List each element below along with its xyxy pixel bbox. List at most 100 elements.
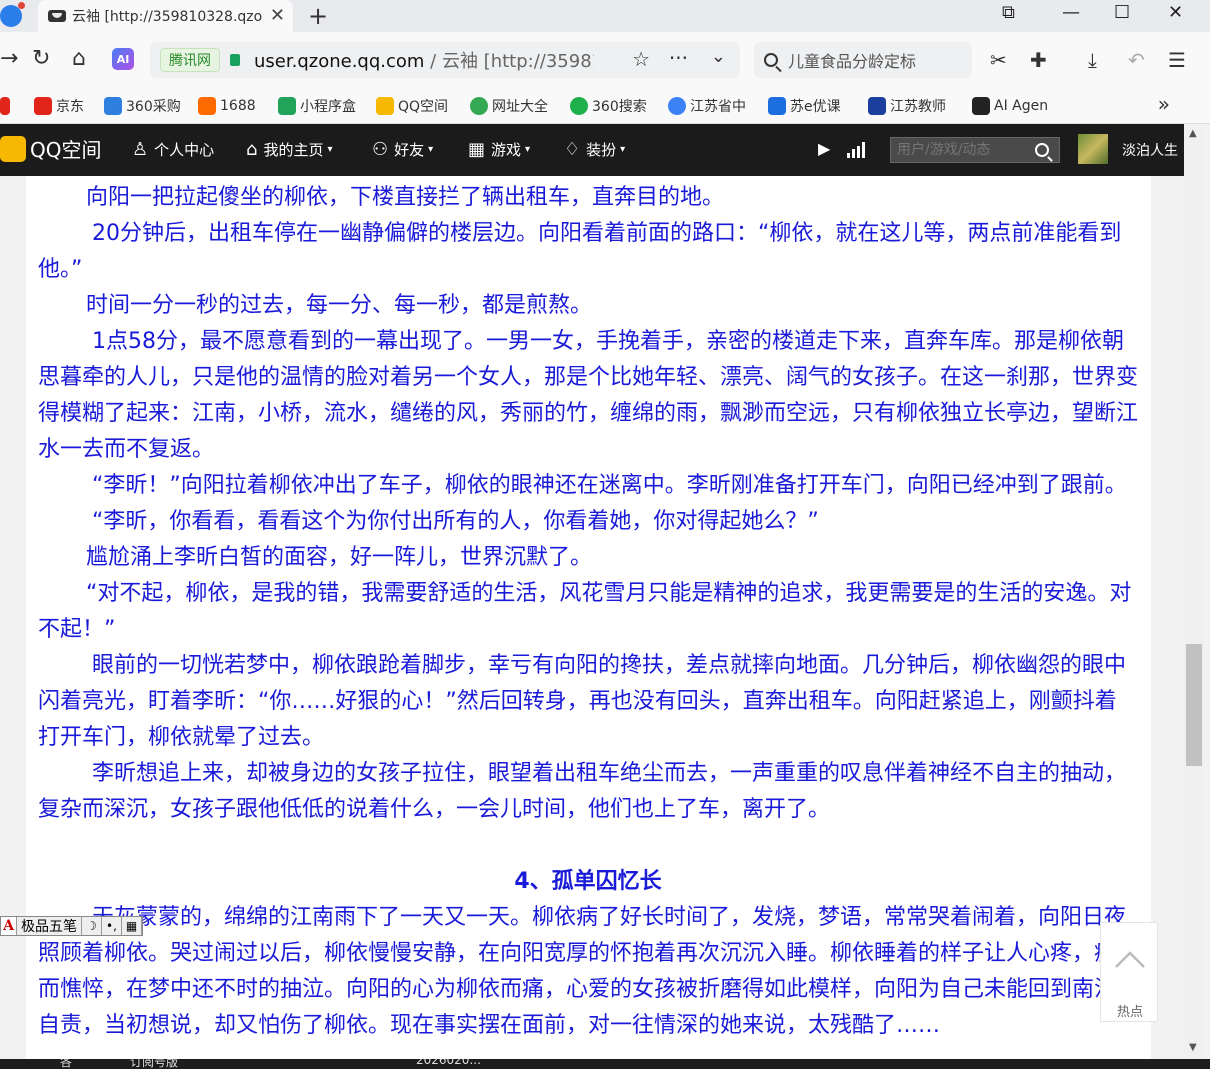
star-icon: [376, 97, 394, 115]
taskbar: 各 订阅号版 2026020...: [0, 1059, 1210, 1069]
bookmark-item[interactable]: 360采购: [104, 94, 181, 118]
article-paragraph: 向阳一把拉起傻坐的柳依，下楼直接拦了辆出租车，直奔目的地。: [86, 185, 725, 210]
bookmark-item[interactable]: QQ空间: [376, 94, 448, 118]
hot-label: 热点: [1116, 1005, 1143, 1020]
search-icon[interactable]: [1035, 143, 1049, 157]
home-icon[interactable]: ⌂: [72, 46, 86, 71]
article-paragraph: 时间一分一秒的过去，每一分、每一秒，都是煎熬。: [86, 293, 593, 318]
maximize-button[interactable]: ☐: [1114, 2, 1130, 23]
ime-moon-icon[interactable]: ☽: [82, 917, 102, 935]
reload-icon[interactable]: ↻: [32, 46, 50, 71]
tab-restore-icon[interactable]: ⧉: [1002, 2, 1015, 23]
nav-my-homepage[interactable]: ⌂ 我的主页 ▾: [246, 139, 332, 160]
tab-active[interactable]: 云袖 [http://359810328.qzone.qq.com] ✕: [38, 0, 293, 32]
article-paragraph: 天灰蒙蒙的，绵绵的江南雨下了一天又一天。柳依病了好长时间了，发烧，梦语，常常哭着…: [38, 905, 1139, 1038]
browser-search-box[interactable]: [754, 42, 972, 78]
notification-dot-icon: [18, 2, 25, 9]
close-window-button[interactable]: ✕: [1168, 2, 1183, 23]
ime-name[interactable]: 极品五笔: [17, 916, 82, 936]
chevron-down-icon[interactable]: ⌄: [711, 46, 726, 67]
bookmark-item[interactable]: 京东: [34, 94, 84, 118]
nav-games[interactable]: ▦ 游戏 ▾: [468, 139, 530, 160]
username[interactable]: 淡泊人生: [1122, 140, 1184, 160]
plus-circle-icon: [470, 97, 488, 115]
home-icon: ⌂: [246, 139, 258, 160]
avatar[interactable]: [1078, 134, 1108, 164]
search-input[interactable]: [788, 50, 958, 70]
qzone-navbar: QQ空间 ♙ 个人中心 ⌂ 我的主页 ▾ ⚇ 好友 ▾ ▦ 游戏 ▾ ♢ 装扮 …: [0, 124, 1184, 176]
bookmarks-more-icon[interactable]: »: [1158, 92, 1170, 116]
url-text[interactable]: user.qzone.qq.com / 云袖 [http://359810: [254, 47, 594, 73]
ai-agent-icon: [972, 97, 990, 115]
qzone-search-input[interactable]: [891, 142, 1035, 158]
bookmark-label: 江苏教师: [890, 99, 946, 115]
qzone-logo[interactable]: QQ空间: [0, 134, 101, 163]
play-icon[interactable]: ▶: [818, 139, 830, 158]
nav-friends[interactable]: ⚇ 好友 ▾: [372, 139, 433, 160]
taskbar-item[interactable]: 订阅号版: [130, 1059, 178, 1069]
friends-icon: ⚇: [372, 139, 389, 160]
bookmark-label: 小程序盒: [300, 99, 356, 115]
ime-logo[interactable]: A: [1, 917, 17, 935]
download-icon[interactable]: ⤓: [1088, 48, 1097, 72]
minimize-button[interactable]: —: [1062, 2, 1080, 23]
article-paragraph: “李昕，你看看，看看这个为你付出所有的人，你看着她，你对得起她么？”: [92, 509, 819, 534]
jiangsu-icon: [668, 97, 686, 115]
bookmark-label: 京东: [56, 99, 84, 115]
sue-icon: [768, 97, 786, 115]
bookmark-item[interactable]: 1688: [198, 94, 256, 118]
article-paragraph: 1点58分，最不愿意看到的一幕出现了。一男一女，手挽着手，亲密的楼道走下来，直奔…: [38, 329, 1139, 462]
nav-decorate[interactable]: ♢ 装扮 ▾: [564, 139, 625, 160]
ime-toolbar[interactable]: A 极品五笔 ☽ •, ▦: [0, 916, 143, 936]
ai-assistant-icon[interactable]: AI: [112, 48, 134, 70]
bookmark-item[interactable]: [0, 94, 14, 118]
bookmark-item[interactable]: 江苏教师: [868, 94, 946, 118]
scissors-icon[interactable]: ✂: [990, 48, 1007, 72]
bookmark-item[interactable]: 小程序盒: [278, 94, 356, 118]
ime-keyboard-icon[interactable]: ▦: [122, 917, 142, 935]
caret-down-icon: ▾: [525, 144, 531, 155]
menu-icon[interactable]: ☰: [1168, 48, 1186, 72]
taskbar-item[interactable]: 2026020...: [416, 1059, 481, 1067]
article-paragraph: “李昕！”向阳拉着柳依冲出了车子，柳依的眼神还在迷离中。李昕刚准备打开车门，向阳…: [92, 473, 1127, 498]
lock-icon[interactable]: [230, 54, 240, 66]
taskbar-item[interactable]: 各: [60, 1059, 72, 1069]
bookmark-item[interactable]: 江苏省中: [668, 94, 746, 118]
site-certificate-badge[interactable]: 腾讯网: [160, 48, 220, 72]
extensions-icon[interactable]: ✚: [1030, 48, 1047, 72]
bookmark-item[interactable]: AI Agen: [972, 94, 1048, 118]
qzone-logo-text: QQ空间: [30, 138, 102, 162]
tab-close-icon[interactable]: ✕: [270, 5, 285, 26]
nav-personal-center[interactable]: ♙ 个人中心: [132, 139, 214, 160]
url-host: user.qzone.qq.com: [254, 51, 425, 72]
nav-label: 游戏: [491, 141, 522, 159]
new-tab-button[interactable]: +: [308, 2, 328, 30]
more-options-icon[interactable]: ···: [669, 46, 688, 70]
article-paragraph: 眼前的一切恍若梦中，柳依踉跄着脚步，幸亏有向阳的搀扶，差点就摔向地面。几分钟后，…: [38, 653, 1127, 750]
qzone-star-icon: [0, 135, 26, 162]
undo-icon[interactable]: ↶: [1128, 48, 1145, 72]
scroll-up-icon[interactable]: ▲: [1189, 128, 1197, 139]
back-to-top-button[interactable]: 热点: [1100, 922, 1158, 1022]
scroll-down-icon[interactable]: ▼: [1189, 1042, 1197, 1053]
ime-punct-icon[interactable]: •,: [102, 917, 122, 935]
bookmark-star-icon[interactable]: ☆: [632, 47, 650, 71]
music-bars-icon[interactable]: [847, 142, 865, 158]
scrollbar-thumb[interactable]: [1186, 644, 1202, 766]
person-icon: ♙: [132, 139, 149, 160]
caret-down-icon: ▾: [620, 144, 626, 155]
bookmark-label: 网址大全: [492, 99, 548, 115]
page-scrollbar[interactable]: ▲ ▼: [1184, 124, 1204, 1059]
navigation-toolbar: → ↻ ⌂ AI 腾讯网 user.qzone.qq.com / 云袖 [htt…: [0, 32, 1210, 88]
article-paragraph: 李昕想追上来，却被身边的女孩子拉住，眼望着出租车绝尘而去，一声重重的叹息伴着神经…: [38, 761, 1127, 822]
address-bar[interactable]: 腾讯网 user.qzone.qq.com / 云袖 [http://35981…: [150, 42, 740, 78]
qzone-search-box[interactable]: [890, 137, 1060, 163]
grid-icon: ▦: [468, 139, 486, 160]
bookmark-item[interactable]: 360搜索: [570, 94, 647, 118]
bookmark-item[interactable]: 网址大全: [470, 94, 548, 118]
forward-icon[interactable]: →: [0, 46, 18, 71]
bookmark-item[interactable]: 苏e优课: [768, 94, 841, 118]
chevron-up-icon: [1115, 951, 1145, 968]
bookmark-label: 360采购: [126, 99, 181, 115]
